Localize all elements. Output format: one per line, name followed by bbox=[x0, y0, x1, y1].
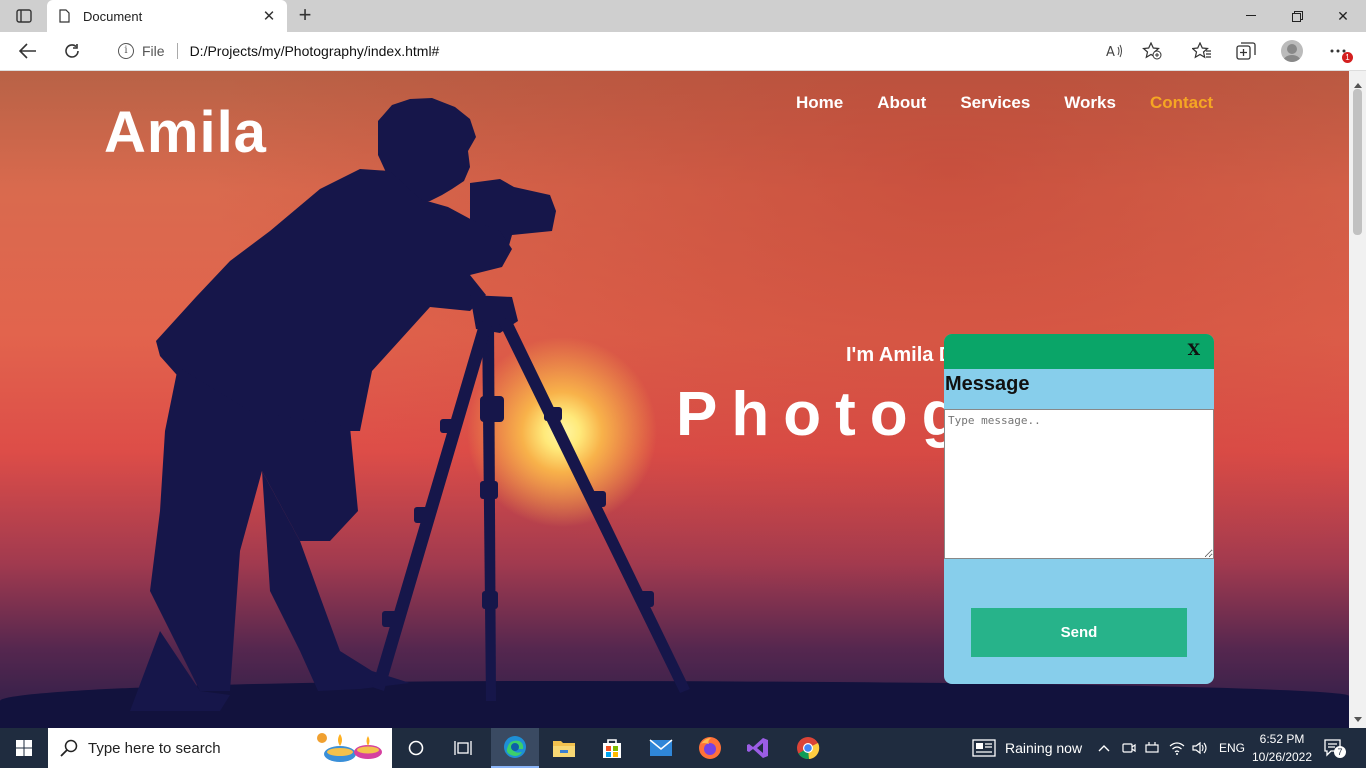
notification-badge: 1 bbox=[1342, 52, 1353, 63]
taskbar-clock[interactable]: 6:52 PM 10/26/2022 bbox=[1250, 730, 1314, 766]
close-window-icon[interactable]: ✕ bbox=[1320, 4, 1366, 28]
address-bar-row: i File D:/Projects/my/Photography/index.… bbox=[0, 32, 1366, 71]
volume-icon[interactable] bbox=[1192, 728, 1208, 768]
address-field[interactable]: i File D:/Projects/my/Photography/index.… bbox=[100, 36, 1170, 66]
diwali-lamp-icon bbox=[317, 733, 382, 762]
back-icon[interactable] bbox=[14, 39, 42, 63]
microsoft-store-icon[interactable] bbox=[588, 728, 636, 768]
favorites-icon[interactable] bbox=[1190, 40, 1214, 62]
svg-text:A: A bbox=[1106, 45, 1115, 58]
profile-avatar[interactable] bbox=[1281, 40, 1303, 62]
action-center-icon[interactable]: 7 bbox=[1324, 728, 1346, 768]
collections-icon[interactable] bbox=[1234, 40, 1258, 62]
meet-now-icon[interactable] bbox=[1122, 728, 1136, 768]
task-view-icon[interactable] bbox=[440, 728, 488, 768]
windows-taskbar: Type here to search Raining now ENG 6:52… bbox=[0, 728, 1366, 768]
visual-studio-icon[interactable] bbox=[734, 728, 782, 768]
clock-time: 6:52 PM bbox=[1259, 732, 1305, 746]
power-battery-icon[interactable] bbox=[1145, 728, 1161, 768]
site-brand[interactable]: Amila bbox=[104, 99, 267, 166]
cortana-icon[interactable] bbox=[392, 728, 440, 768]
weather-widget[interactable]: Raining now bbox=[972, 728, 1082, 768]
send-button[interactable]: Send bbox=[971, 608, 1187, 657]
nav-home-link[interactable]: Home bbox=[796, 93, 843, 113]
browser-tab-bar: Document ✕ + ✕ bbox=[0, 0, 1366, 32]
read-aloud-icon[interactable]: A bbox=[1103, 40, 1127, 62]
tab-title: Document bbox=[83, 8, 143, 24]
url-text[interactable]: D:/Projects/my/Photography/index.html# bbox=[190, 43, 440, 59]
add-favorite-icon[interactable] bbox=[1140, 40, 1164, 62]
page-hero: Amila Home About Services Works Contact … bbox=[0, 71, 1349, 728]
refresh-icon[interactable] bbox=[58, 39, 86, 63]
url-separator bbox=[176, 43, 178, 59]
page-scrollbar[interactable] bbox=[1349, 71, 1366, 728]
browser-tab[interactable]: Document ✕ bbox=[47, 0, 287, 32]
firefox-icon[interactable] bbox=[686, 728, 734, 768]
nav-contact-link[interactable]: Contact bbox=[1150, 93, 1213, 113]
site-nav: Home About Services Works Contact bbox=[796, 93, 1213, 113]
url-scheme-label: File bbox=[142, 43, 165, 59]
clock-date: 10/26/2022 bbox=[1251, 750, 1313, 764]
scroll-thumb[interactable] bbox=[1353, 89, 1362, 235]
chrome-icon[interactable] bbox=[784, 728, 832, 768]
scroll-down-arrow-icon[interactable] bbox=[1354, 717, 1362, 722]
mail-icon[interactable] bbox=[637, 728, 685, 768]
nav-about-link[interactable]: About bbox=[877, 93, 926, 113]
show-hidden-icons-icon[interactable] bbox=[1098, 728, 1110, 768]
restore-icon[interactable] bbox=[1274, 4, 1320, 28]
action-center-badge: 7 bbox=[1334, 746, 1346, 758]
message-popup: X Message Send bbox=[944, 334, 1214, 684]
scroll-up-arrow-icon[interactable] bbox=[1354, 83, 1362, 88]
nav-services-link[interactable]: Services bbox=[960, 93, 1030, 113]
popup-close-button[interactable]: X bbox=[1188, 340, 1200, 359]
new-tab-icon[interactable]: + bbox=[294, 4, 316, 26]
windows-start-icon[interactable] bbox=[0, 728, 48, 768]
edge-taskbar-icon[interactable] bbox=[491, 728, 539, 768]
file-explorer-icon[interactable] bbox=[540, 728, 588, 768]
tab-close-icon[interactable]: ✕ bbox=[261, 7, 277, 25]
message-textarea[interactable] bbox=[944, 409, 1214, 559]
hero-headline: Photog bbox=[676, 380, 974, 449]
page-icon bbox=[59, 9, 70, 23]
photographer-silhouette-image bbox=[130, 98, 690, 711]
popup-header: X bbox=[944, 334, 1214, 369]
wifi-icon[interactable] bbox=[1169, 728, 1185, 768]
tab-actions-icon[interactable] bbox=[8, 6, 40, 26]
news-weather-icon bbox=[972, 739, 996, 757]
popup-title: Message bbox=[945, 373, 1030, 395]
nav-works-link[interactable]: Works bbox=[1064, 93, 1116, 113]
search-placeholder: Type here to search bbox=[88, 739, 221, 757]
search-icon bbox=[60, 739, 78, 757]
minimize-icon[interactable] bbox=[1228, 4, 1274, 28]
site-info-icon[interactable]: i bbox=[118, 43, 134, 59]
weather-text: Raining now bbox=[1005, 740, 1083, 756]
language-indicator[interactable]: ENG bbox=[1219, 728, 1245, 768]
taskbar-search-box[interactable]: Type here to search bbox=[48, 728, 392, 768]
intro-text: I'm Amila D bbox=[846, 344, 954, 366]
